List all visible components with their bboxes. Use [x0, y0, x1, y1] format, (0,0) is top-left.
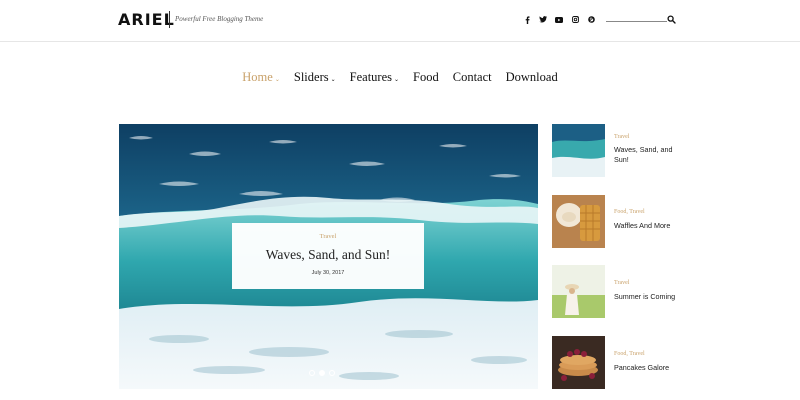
nav-item-contact[interactable]: Contact: [453, 70, 492, 90]
site-header: ARIEL Powerful Free Blogging Theme: [0, 0, 800, 42]
nav-item-features[interactable]: Features ⌄: [350, 70, 399, 90]
nav-item-label: Food: [413, 70, 439, 84]
slider-dot-3[interactable]: [329, 370, 335, 376]
post-category[interactable]: Travel: [614, 280, 629, 286]
twitter-icon[interactable]: [538, 15, 548, 24]
chevron-down-icon: ⌄: [394, 77, 400, 83]
chevron-down-icon: ⌄: [274, 77, 280, 83]
site-logo[interactable]: ARIEL: [118, 10, 175, 29]
hero-caption-card[interactable]: Travel Waves, Sand, and Sun! July 30, 20…: [232, 223, 424, 289]
nav-item-label: Download: [505, 70, 558, 84]
site-tagline: Powerful Free Blogging Theme: [175, 15, 264, 23]
sidebar-post[interactable]: Food, Travel Waffles And More: [552, 195, 682, 248]
search-icon[interactable]: [667, 11, 676, 24]
pinterest-icon[interactable]: [586, 15, 596, 24]
hero-slider[interactable]: Travel Waves, Sand, and Sun! July 30, 20…: [119, 124, 538, 389]
nav-item-label: Features: [349, 70, 392, 84]
chevron-down-icon: ⌄: [330, 77, 336, 83]
post-title[interactable]: Waves, Sand, and Sun!: [614, 145, 676, 165]
post-thumbnail-pancakes[interactable]: [552, 336, 605, 389]
post-category[interactable]: Travel: [614, 134, 629, 140]
logo-divider: [169, 11, 170, 28]
nav-item-label: Sliders: [293, 70, 329, 84]
instagram-icon[interactable]: [570, 15, 580, 24]
nav-item-home[interactable]: Home ⌄: [242, 70, 280, 90]
post-thumbnail-ocean[interactable]: [552, 124, 605, 177]
search-underline: [606, 21, 667, 22]
slider-dot-2[interactable]: [319, 370, 325, 376]
nav-item-label: Home: [242, 70, 273, 84]
nav-item-food[interactable]: Food: [413, 70, 439, 90]
post-title[interactable]: Summer is Coming: [614, 292, 676, 302]
nav-item-label: Contact: [452, 70, 492, 84]
nav-item-sliders[interactable]: Sliders ⌄: [294, 70, 336, 90]
facebook-icon[interactable]: [522, 15, 532, 24]
sidebar-post[interactable]: Travel Summer is Coming: [552, 265, 682, 318]
slider-dot-1[interactable]: [309, 370, 315, 376]
sidebar-post[interactable]: Food, Travel Pancakes Galore: [552, 336, 682, 389]
post-category[interactable]: Food, Travel: [614, 209, 645, 215]
nav-item-download[interactable]: Download: [506, 70, 558, 90]
search-input[interactable]: [606, 10, 667, 21]
main-nav: Home ⌄ Sliders ⌄ Features ⌄ Food Contact…: [0, 70, 800, 90]
sidebar-post[interactable]: Travel Waves, Sand, and Sun!: [552, 124, 682, 177]
post-thumbnail-waffles[interactable]: [552, 195, 605, 248]
post-thumbnail-summer[interactable]: [552, 265, 605, 318]
slider-pagination: [309, 370, 335, 376]
post-title[interactable]: Pancakes Galore: [614, 363, 676, 373]
post-title[interactable]: Waffles And More: [614, 221, 676, 231]
hero-title[interactable]: Waves, Sand, and Sun!: [232, 247, 424, 263]
hero-category[interactable]: Travel: [232, 233, 424, 240]
youtube-icon[interactable]: [554, 15, 564, 24]
post-category[interactable]: Food, Travel: [614, 351, 645, 357]
hero-date: July 30, 2017: [311, 270, 345, 276]
